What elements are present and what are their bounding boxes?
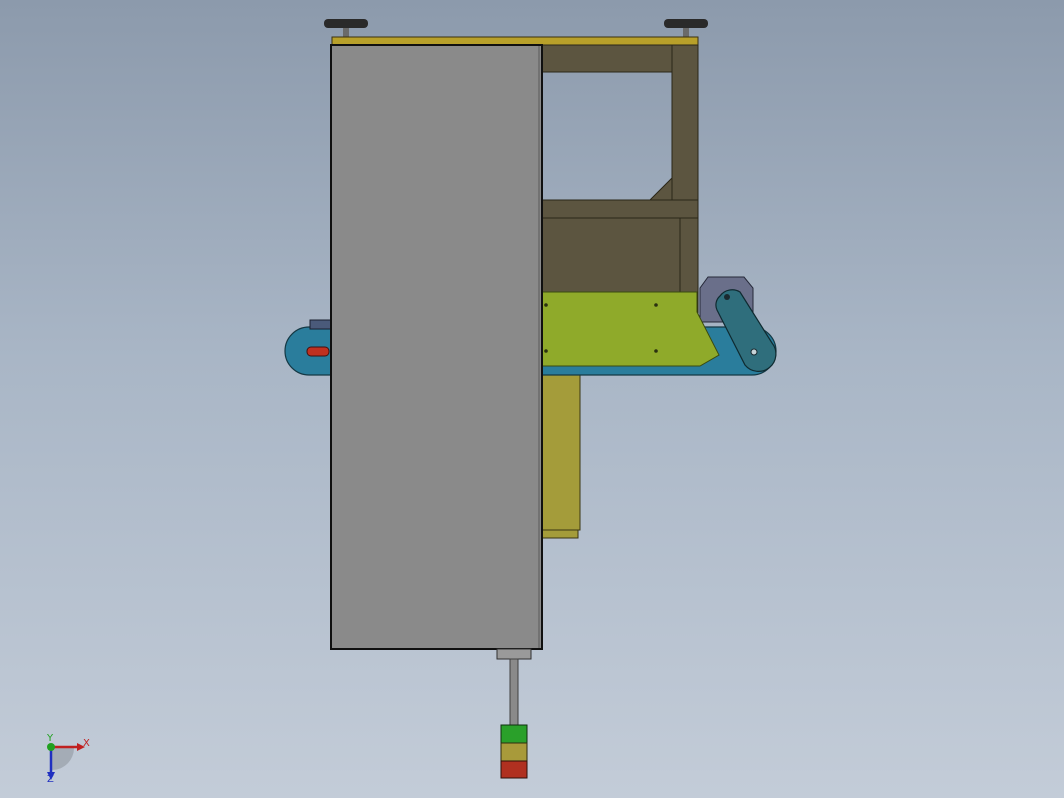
signal-tower	[496, 648, 532, 779]
top-plate	[331, 36, 699, 46]
coordinate-triad: X Y Z	[46, 733, 90, 785]
cad-viewport[interactable]: X Y Z	[0, 0, 1064, 798]
leveling-foot-right	[664, 19, 708, 37]
belt-tensioner-pin	[306, 346, 330, 357]
lamp-yellow	[500, 742, 528, 762]
lamp-red	[500, 760, 528, 779]
lamp-green	[500, 724, 528, 744]
cabinet-panel	[330, 44, 543, 650]
triad-y-label: Y	[46, 733, 54, 744]
leveling-foot-left	[324, 19, 368, 37]
lower-frame	[541, 372, 581, 539]
triad-z-label: Z	[47, 774, 54, 785]
upper-frame	[541, 44, 699, 314]
triad-x-label: X	[83, 738, 90, 749]
mount-plate	[541, 291, 720, 367]
